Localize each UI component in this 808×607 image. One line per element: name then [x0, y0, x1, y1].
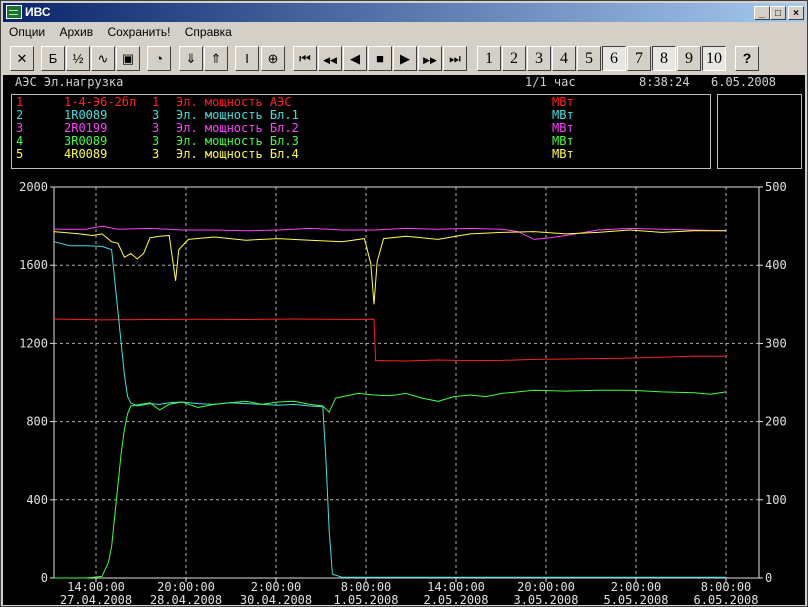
window-title: ИВС — [25, 5, 51, 19]
x-tick-date: 28.04.2008 — [150, 593, 222, 605]
page-button-4[interactable]: 4 — [552, 46, 576, 71]
target-button[interactable]: ⊕ — [261, 46, 285, 71]
y-right-tick-label: 200 — [765, 415, 787, 429]
toolbar: ✕ Б ½ ∿ ▣ ◔ ⇓ ⇑ I ⊕ ⏮ ◀◀ ◀ ■ ▶ ▶▶ ⏭ 1 2 3 4 5 6 7 8 9 10? — [3, 43, 805, 75]
rewind-icon: ◀◀ — [323, 55, 337, 65]
trend-screen: АЭС Эл.нагрузка 1/1 час 8:38:24 6.05.200… — [3, 75, 805, 605]
x-tick-date: 5.05.2008 — [603, 593, 668, 605]
up-button[interactable]: ⇑ — [204, 46, 228, 71]
menu-save[interactable]: Сохранить! — [101, 23, 175, 39]
forward-icon: ▶▶ — [423, 55, 437, 65]
bold-button[interactable]: Б — [41, 46, 65, 71]
calc-icon: ▣ — [121, 51, 135, 66]
last-button[interactable]: ⏭ — [443, 46, 467, 71]
scale-icon: ½ — [72, 51, 84, 66]
app-window: ИВС _ □ × Опции Архив Сохранить! Справка… — [0, 0, 808, 607]
x-tick-time: 8:00:00 — [341, 580, 392, 594]
x-tick-date: 3.05.2008 — [513, 593, 578, 605]
minimize-button[interactable]: _ — [754, 6, 770, 20]
x-tick-time: 14:00:00 — [427, 580, 485, 594]
page-button-6[interactable]: 6 — [602, 46, 626, 71]
last-icon: ⏭ — [449, 51, 461, 66]
close-chart-button[interactable]: ✕ — [10, 46, 34, 71]
x-tick-time: 20:00:00 — [157, 580, 215, 594]
menu-help[interactable]: Справка — [179, 23, 237, 39]
close-button[interactable]: × — [788, 6, 804, 20]
cursor-button[interactable]: I — [235, 46, 259, 71]
back-button[interactable]: ◀ — [343, 46, 367, 71]
app-icon — [6, 5, 22, 19]
y-right-tick-label: 400 — [765, 258, 787, 272]
maximize-button[interactable]: □ — [770, 6, 786, 20]
page-button-8[interactable]: 8 — [652, 46, 676, 71]
target-icon: ⊕ — [267, 51, 279, 66]
menu-options[interactable]: Опции — [3, 23, 50, 39]
y-left-tick-label: 1600 — [19, 258, 48, 272]
y-right-tick-label: 100 — [765, 493, 787, 507]
page-button-2[interactable]: 2 — [502, 46, 526, 71]
series-line-4R0089 — [53, 229, 726, 305]
x-tick-date: 27.04.2008 — [60, 593, 132, 605]
x-tick-time: 8:00:00 — [701, 580, 752, 594]
wave-button[interactable]: ∿ — [91, 46, 115, 71]
y-left-tick-label: 800 — [26, 415, 48, 429]
back-icon: ◀ — [350, 51, 360, 66]
first-icon: ⏮ — [299, 51, 311, 66]
x-tick-time: 20:00:00 — [517, 580, 575, 594]
cursor-icon: I — [245, 51, 249, 66]
page-button-3[interactable]: 3 — [527, 46, 551, 71]
wave-icon: ∿ — [97, 51, 109, 66]
bold-icon: Б — [48, 51, 58, 66]
menu-bar: Опции Архив Сохранить! Справка — [3, 23, 805, 41]
stop-button[interactable]: ■ — [368, 46, 392, 71]
x-tick-date: 30.04.2008 — [240, 593, 312, 605]
page-button-5[interactable]: 5 — [577, 46, 601, 71]
y-right-tick-label: 0 — [765, 571, 772, 585]
y-left-tick-label: 2000 — [19, 180, 48, 194]
help-button[interactable]: ? — [735, 46, 759, 71]
page-button-10[interactable]: 10 — [702, 46, 726, 71]
y-left-tick-label: 400 — [26, 493, 48, 507]
rewind-button[interactable]: ◀◀ — [318, 46, 342, 71]
down-icon: ⇓ — [185, 51, 197, 66]
page-button-1[interactable]: 1 — [477, 46, 501, 71]
x-tick-date: 2.05.2008 — [423, 593, 488, 605]
menu-archive[interactable]: Архив — [53, 23, 98, 39]
close-chart-icon: ✕ — [16, 51, 28, 66]
plot-frame — [53, 186, 760, 579]
stop-icon: ■ — [376, 51, 384, 66]
x-tick-time: 14:00:00 — [67, 580, 125, 594]
forward-button[interactable]: ▶▶ — [418, 46, 442, 71]
scale-button[interactable]: ½ — [66, 46, 90, 71]
x-tick-date: 6.05.2008 — [693, 593, 758, 605]
title-bar[interactable]: ИВС _ □ × — [3, 3, 805, 22]
x-tick-date: 1.05.2008 — [333, 593, 398, 605]
series-line-3R0089 — [54, 389, 727, 579]
series-line-1-4-Э6-2бл — [53, 318, 727, 362]
x-tick-time: 2:00:00 — [251, 580, 302, 594]
page-button-7[interactable]: 7 — [627, 46, 651, 71]
first-button[interactable]: ⏮ — [293, 46, 317, 71]
y-right-tick-label: 300 — [765, 336, 787, 350]
y-left-tick-label: 1200 — [19, 336, 48, 350]
play-button[interactable]: ▶ — [393, 46, 417, 71]
trend-chart[interactable]: 0 400 800 1200 1600 2000 0 100 200 300 400 500 14:00… — [3, 75, 805, 605]
page-button-9[interactable]: 9 — [677, 46, 701, 71]
y-left-tick-label: 0 — [41, 571, 48, 585]
y-right-tick-label: 500 — [765, 180, 787, 194]
down-button[interactable]: ⇓ — [179, 46, 203, 71]
gauge-icon: ◔ — [155, 51, 163, 66]
x-tick-time: 2:00:00 — [611, 580, 662, 594]
series-line-1R0089 — [53, 241, 726, 578]
play-icon: ▶ — [400, 51, 410, 66]
gauge-button[interactable]: ◔ — [147, 46, 171, 71]
calc-button[interactable]: ▣ — [116, 46, 140, 71]
up-icon: ⇑ — [210, 51, 222, 66]
